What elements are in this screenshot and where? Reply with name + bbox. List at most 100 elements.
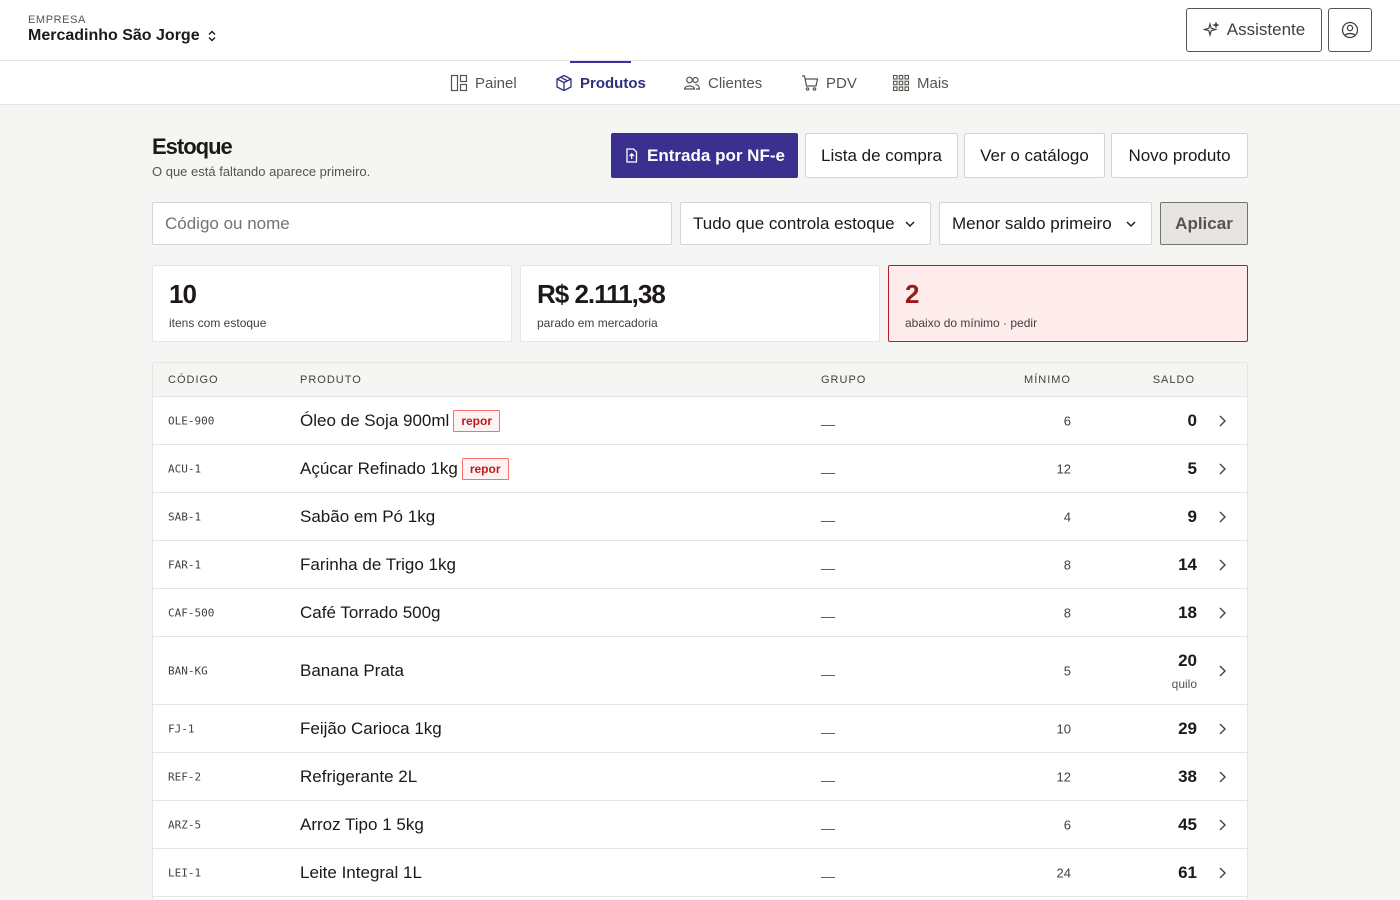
box-icon: [556, 74, 572, 92]
cell-balance: 14: [1178, 555, 1197, 575]
top-bar: EMPRESA Mercadinho São Jorge Assistente: [0, 0, 1400, 61]
product-name: Feijão Carioca 1kg: [300, 718, 442, 738]
cell-code: ARZ-5: [168, 818, 202, 831]
company-caption: EMPRESA: [28, 14, 86, 26]
stat-card-below-minimum[interactable]: 2 abaixo do mínimo · pedir: [888, 265, 1248, 342]
product-name: Café Torrado 500g: [300, 602, 441, 622]
table-row[interactable]: LEI-1 Leite Integral 1L — 24 61: [153, 849, 1247, 897]
cell-code: BAN-KG: [168, 664, 208, 677]
shopping-list-button[interactable]: Lista de compra: [805, 133, 958, 178]
users-icon: [683, 76, 701, 90]
cell-group: —: [821, 867, 835, 884]
cell-minimum: 10: [1056, 721, 1071, 736]
cell-minimum: 8: [1063, 605, 1071, 620]
product-name: Farinha de Trigo 1kg: [300, 554, 456, 574]
balance-value: 61: [1178, 862, 1197, 882]
table-row[interactable]: BAN-KG Banana Prata — 5 20 quilo: [153, 637, 1247, 705]
new-product-button[interactable]: Novo produto: [1111, 133, 1248, 178]
profile-button[interactable]: [1328, 8, 1372, 52]
column-header-group: GRUPO: [821, 374, 867, 386]
chevron-down-icon: [1126, 221, 1136, 227]
nav-label-clientes: Clientes: [708, 74, 763, 92]
cell-balance: 20 quilo: [1172, 651, 1197, 691]
chevron-right-icon: [1215, 664, 1229, 678]
table-row[interactable]: OLE-900 Óleo de Soja 900ml repor — 6 0: [153, 397, 1247, 445]
cell-product: Arroz Tipo 1 5kg: [300, 815, 424, 835]
product-name: Óleo de Soja 900ml: [300, 410, 450, 430]
product-name: Refrigerante 2L: [300, 766, 418, 786]
table-row[interactable]: SAB-1 Sabão em Pó 1kg — 4 9: [153, 493, 1247, 541]
nav-item-mais[interactable]: Mais: [892, 61, 949, 105]
user-circle-icon: [1341, 21, 1359, 39]
cell-product: Óleo de Soja 900ml repor: [300, 409, 501, 432]
cell-code: FJ-1: [168, 722, 195, 735]
table-row[interactable]: REF-2 Refrigerante 2L — 12 38: [153, 753, 1247, 801]
cell-group: —: [821, 723, 835, 740]
page-title: Estoque: [152, 134, 233, 159]
cell-minimum: 24: [1056, 865, 1071, 880]
stat-value: 2: [905, 279, 919, 309]
stock-filter-select[interactable]: Tudo que controla estoque: [680, 202, 931, 245]
company-name: Mercadinho São Jorge: [28, 27, 200, 44]
stat-value: R$ 2.111,38: [537, 279, 666, 309]
chevron-right-icon: [1215, 414, 1229, 428]
nav-item-painel[interactable]: Painel: [450, 61, 517, 105]
cell-code: ACU-1: [168, 462, 202, 475]
table-body: OLE-900 Óleo de Soja 900ml repor —6 0 ACU-1 Aç…: [153, 397, 1247, 897]
chevron-right-icon: [1215, 818, 1229, 832]
product-name: Arroz Tipo 1 5kg: [300, 814, 424, 834]
cell-group: —: [821, 607, 835, 624]
cell-balance: 0: [1188, 411, 1197, 431]
chevron-right-icon: [1215, 462, 1229, 476]
cell-code: REF-2: [168, 770, 202, 783]
apply-button[interactable]: Aplicar: [1160, 202, 1248, 245]
column-header-minimum: MÍNIMO: [1024, 374, 1071, 386]
stock-filter-value: Tudo que controla estoque: [693, 213, 895, 233]
table-row[interactable]: CAF-500 Café Torrado 500g — 8 18: [153, 589, 1247, 637]
table-row[interactable]: ARZ-5 Arroz Tipo 1 5kg — 6 45: [153, 801, 1247, 849]
cell-minimum: 8: [1063, 557, 1071, 572]
cell-product: Sabão em Pó 1kg: [300, 507, 435, 527]
column-header-balance: SALDO: [1152, 374, 1195, 386]
assistant-label: Assistente: [1226, 20, 1306, 39]
nav-item-produtos[interactable]: Produtos: [555, 61, 646, 105]
stock-table: CÓDIGO PRODUTO GRUPO MÍNIMO SALDO OLE-90…: [152, 362, 1248, 900]
sort-select[interactable]: Menor saldo primeiro: [939, 202, 1152, 245]
nav-item-pdv[interactable]: PDV: [801, 61, 857, 105]
assistant-button[interactable]: Assistente: [1186, 8, 1322, 52]
main-nav: Painel Produtos Clientes PDV Mais: [0, 61, 1400, 105]
cell-product: Feijão Carioca 1kg: [300, 719, 442, 739]
nav-item-clientes[interactable]: Clientes: [683, 61, 762, 105]
table-row[interactable]: FJ-1 Feijão Carioca 1kg — 10 29: [153, 705, 1247, 753]
balance-value: 38: [1178, 766, 1197, 786]
cell-group: —: [821, 463, 835, 480]
search-input[interactable]: [152, 202, 672, 245]
nfe-entry-button[interactable]: Entrada por NF-e: [611, 133, 798, 178]
cell-balance: 18: [1178, 603, 1197, 623]
cell-product: Açúcar Refinado 1kg repor: [300, 457, 509, 480]
balance-value: 5: [1187, 458, 1197, 478]
cell-code: SAB-1: [168, 510, 202, 523]
cell-balance: 5: [1188, 459, 1197, 479]
cell-balance: 29: [1178, 719, 1197, 739]
restock-badge: repor: [461, 457, 509, 480]
stat-label: itens com estoque: [169, 316, 267, 330]
cell-balance: 61: [1178, 863, 1197, 883]
cell-minimum: 12: [1056, 461, 1071, 476]
nfe-entry-label: Entrada por NF-e: [647, 145, 785, 165]
nav-label-painel: Painel: [475, 74, 517, 92]
cell-group: —: [821, 665, 835, 682]
balance-value: 20: [1178, 650, 1197, 670]
cell-balance: 38: [1178, 767, 1197, 787]
balance-value: 0: [1187, 410, 1197, 430]
grid-icon: [892, 74, 910, 92]
cell-code: CAF-500: [168, 606, 215, 619]
cell-code: OLE-900: [168, 414, 215, 427]
table-row[interactable]: ACU-1 Açúcar Refinado 1kg repor — 12 5: [153, 445, 1247, 493]
cell-minimum: 12: [1056, 769, 1071, 784]
view-catalog-button[interactable]: Ver o catálogo: [964, 133, 1105, 178]
table-row[interactable]: FAR-1 Farinha de Trigo 1kg — 8 14: [153, 541, 1247, 589]
balance-value: 14: [1178, 554, 1197, 574]
balance-value: 29: [1178, 718, 1197, 738]
company-switcher[interactable]: Mercadinho São Jorge: [28, 27, 218, 45]
